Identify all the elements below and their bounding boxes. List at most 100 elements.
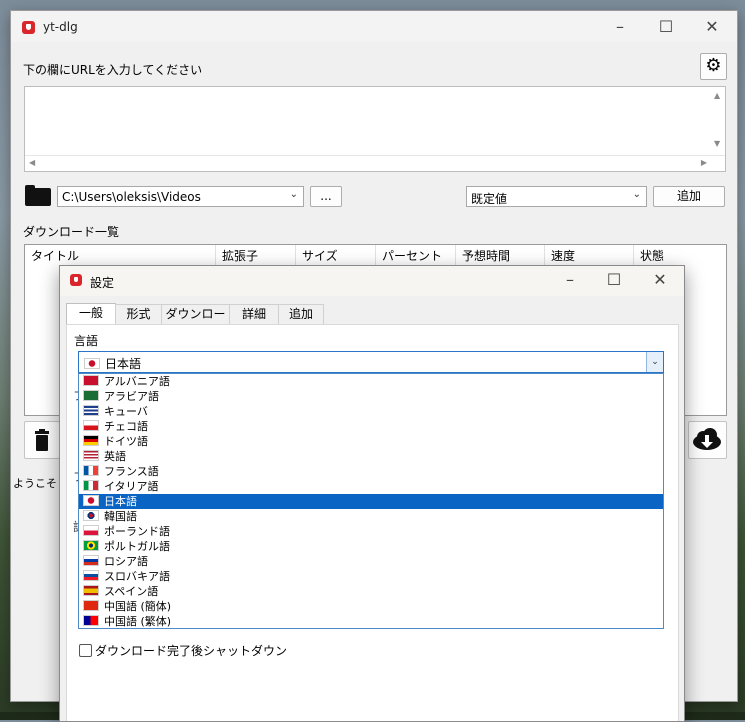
path-combobox[interactable]: C:\Users\oleksis\Videos ⌄ xyxy=(57,186,304,207)
option-label: スロバキア語 xyxy=(104,570,170,583)
option-label: スペイン語 xyxy=(104,585,159,598)
language-option-polish[interactable]: ポーランド語 xyxy=(79,524,663,539)
language-option-czech[interactable]: チェコ語 xyxy=(79,419,663,434)
url-horizontal-scrollbar[interactable]: ◀ ▶ xyxy=(25,155,725,171)
status-text: ようこそ xyxy=(13,477,57,490)
shutdown-checkbox-label: ダウンロード完了後シャットダウン xyxy=(95,644,288,658)
language-dropdown-list[interactable]: アルバニア語 アラビア語 キューバ チェコ語 ドイツ語 英語 フランス語 イタリ… xyxy=(78,373,664,629)
option-label: ポーランド語 xyxy=(104,525,170,538)
settings-dialog: 設定 – ☐ ✕ 一般 形式 ダウンロード 詳細 追加 言語 日本語 ⌄ フ フ… xyxy=(59,265,685,722)
flag-kr-icon xyxy=(83,510,99,521)
flag-ru-icon xyxy=(83,555,99,566)
language-option-english[interactable]: 英語 xyxy=(79,449,663,464)
option-label: ロシア語 xyxy=(104,555,148,568)
language-combobox[interactable]: 日本語 ⌄ xyxy=(78,351,664,373)
settings-button[interactable]: ⚙ xyxy=(700,53,727,80)
delete-button[interactable] xyxy=(24,421,60,459)
maximize-button[interactable]: ☐ xyxy=(643,11,689,42)
app-icon xyxy=(22,21,35,34)
tab-general[interactable]: 一般 xyxy=(66,303,116,325)
language-option-albanian[interactable]: アルバニア語 xyxy=(79,374,663,389)
tab-downloads[interactable]: ダウンロード xyxy=(161,304,230,339)
scroll-right-icon[interactable]: ▶ xyxy=(701,158,707,167)
option-label: 日本語 xyxy=(104,495,137,508)
language-option-arabic[interactable]: アラビア語 xyxy=(79,389,663,404)
close-button[interactable]: ✕ xyxy=(689,11,735,42)
flag-jp-icon xyxy=(84,358,100,369)
trash-icon xyxy=(35,429,49,451)
option-label: フランス語 xyxy=(104,465,159,478)
tab-extra[interactable]: 追加 xyxy=(278,304,324,324)
option-label: 英語 xyxy=(104,450,126,463)
dialog-maximize-button[interactable]: ☐ xyxy=(591,266,637,295)
column-header-title[interactable]: タイトル xyxy=(25,245,216,267)
option-label: キューバ xyxy=(104,405,148,418)
option-label: チェコ語 xyxy=(104,420,148,433)
language-label: 言語 xyxy=(74,334,99,348)
flag-de-icon xyxy=(83,435,99,446)
flag-br-icon xyxy=(83,540,99,551)
option-label: ポルトガル語 xyxy=(104,540,170,553)
column-header-size[interactable]: サイズ xyxy=(296,245,376,267)
chevron-down-icon: ⌄ xyxy=(289,189,298,200)
language-option-spanish[interactable]: スペイン語 xyxy=(79,584,663,599)
column-header-percent[interactable]: パーセント xyxy=(376,245,456,267)
language-option-chinese-simplified[interactable]: 中国語 (簡体) xyxy=(79,599,663,614)
flag-fr-icon xyxy=(83,465,99,476)
url-input[interactable]: ▲ ▼ ◀ ▶ xyxy=(24,86,726,172)
shutdown-checkbox-row[interactable]: ダウンロード完了後シャットダウン xyxy=(79,642,287,659)
language-option-cuban[interactable]: キューバ xyxy=(79,404,663,419)
minimize-button[interactable]: – xyxy=(597,11,643,42)
dialog-close-button[interactable]: ✕ xyxy=(637,266,683,295)
scroll-left-icon[interactable]: ◀ xyxy=(29,158,35,167)
column-header-extension[interactable]: 拡張子 xyxy=(216,245,296,267)
url-vertical-scrollbar[interactable]: ▲ ▼ xyxy=(711,87,725,155)
flag-cu-icon xyxy=(83,405,99,416)
format-value: 既定値 xyxy=(471,192,508,206)
language-option-portuguese[interactable]: ポルトガル語 xyxy=(79,539,663,554)
language-combobox-value: 日本語 xyxy=(84,355,141,372)
tab-advanced[interactable]: 詳細 xyxy=(229,304,279,324)
app-icon xyxy=(70,274,82,286)
main-titlebar: yt-dlg – ☐ ✕ xyxy=(11,11,737,42)
flag-pl-icon xyxy=(83,525,99,536)
chevron-down-icon[interactable]: ⌄ xyxy=(646,352,663,372)
language-option-italian[interactable]: イタリア語 xyxy=(79,479,663,494)
language-option-french[interactable]: フランス語 xyxy=(79,464,663,479)
dialog-titlebar: 設定 – ☐ ✕ xyxy=(60,266,684,296)
url-prompt-label: 下の欄にURLを入力してください xyxy=(23,63,203,77)
scroll-down-icon[interactable]: ▼ xyxy=(714,139,720,148)
download-list-title: ダウンロード一覧 xyxy=(23,225,120,239)
option-label: イタリア語 xyxy=(104,480,159,493)
tab-formats[interactable]: 形式 xyxy=(115,304,162,324)
language-option-russian[interactable]: ロシア語 xyxy=(79,554,663,569)
language-option-slovak[interactable]: スロバキア語 xyxy=(79,569,663,584)
dialog-minimize-button[interactable]: – xyxy=(547,266,593,295)
column-header-speed[interactable]: 速度 xyxy=(545,245,634,267)
language-option-japanese[interactable]: 日本語 xyxy=(79,494,663,509)
flag-sa-icon xyxy=(83,390,99,401)
language-option-german[interactable]: ドイツ語 xyxy=(79,434,663,449)
language-option-korean[interactable]: 韓国語 xyxy=(79,509,663,524)
folder-button[interactable] xyxy=(24,185,52,207)
flag-cn-icon xyxy=(83,600,99,611)
path-value: C:\Users\oleksis\Videos xyxy=(62,190,201,204)
add-button[interactable]: 追加 xyxy=(653,186,725,207)
flag-tw-icon xyxy=(83,615,99,626)
option-label: 中国語 (繁体) xyxy=(104,615,172,628)
scroll-up-icon[interactable]: ▲ xyxy=(714,91,720,100)
browse-button[interactable]: ... xyxy=(310,186,342,207)
flag-sk-icon xyxy=(83,570,99,581)
column-header-eta[interactable]: 予想時間 xyxy=(456,245,545,267)
option-label: アラビア語 xyxy=(104,390,159,403)
download-button[interactable] xyxy=(688,421,727,459)
language-value-text: 日本語 xyxy=(105,357,142,371)
dialog-title: 設定 xyxy=(90,276,115,290)
column-header-status[interactable]: 状態 xyxy=(634,245,724,267)
cloud-download-icon xyxy=(693,428,721,450)
language-option-chinese-traditional[interactable]: 中国語 (繁体) xyxy=(79,614,663,629)
flag-us-icon xyxy=(83,450,99,461)
format-combobox[interactable]: 既定値 ⌄ xyxy=(466,186,647,207)
shutdown-checkbox[interactable] xyxy=(79,644,92,657)
flag-al-icon xyxy=(83,375,99,386)
